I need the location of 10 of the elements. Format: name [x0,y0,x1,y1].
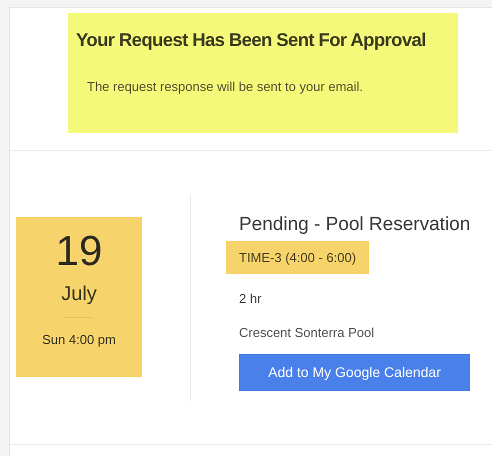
date-month: July [61,282,97,307]
banner-message: The request response will be sent to your email. [87,78,364,96]
duration-text: 2 hr [239,290,262,308]
time-slot-tag: TIME-3 (4:00 - 6:00) [226,241,370,274]
add-to-calendar-button[interactable]: Add to My Google Calendar [239,354,470,391]
date-time: Sun 4:00 pm [42,331,116,349]
banner-title: Your Request Has Been Sent For Approval [76,28,426,52]
date-day: 19 [56,227,102,275]
location-text: Crescent Sonterra Pool [239,324,374,342]
reservation-title: Pending - Pool Reservation [239,213,470,237]
